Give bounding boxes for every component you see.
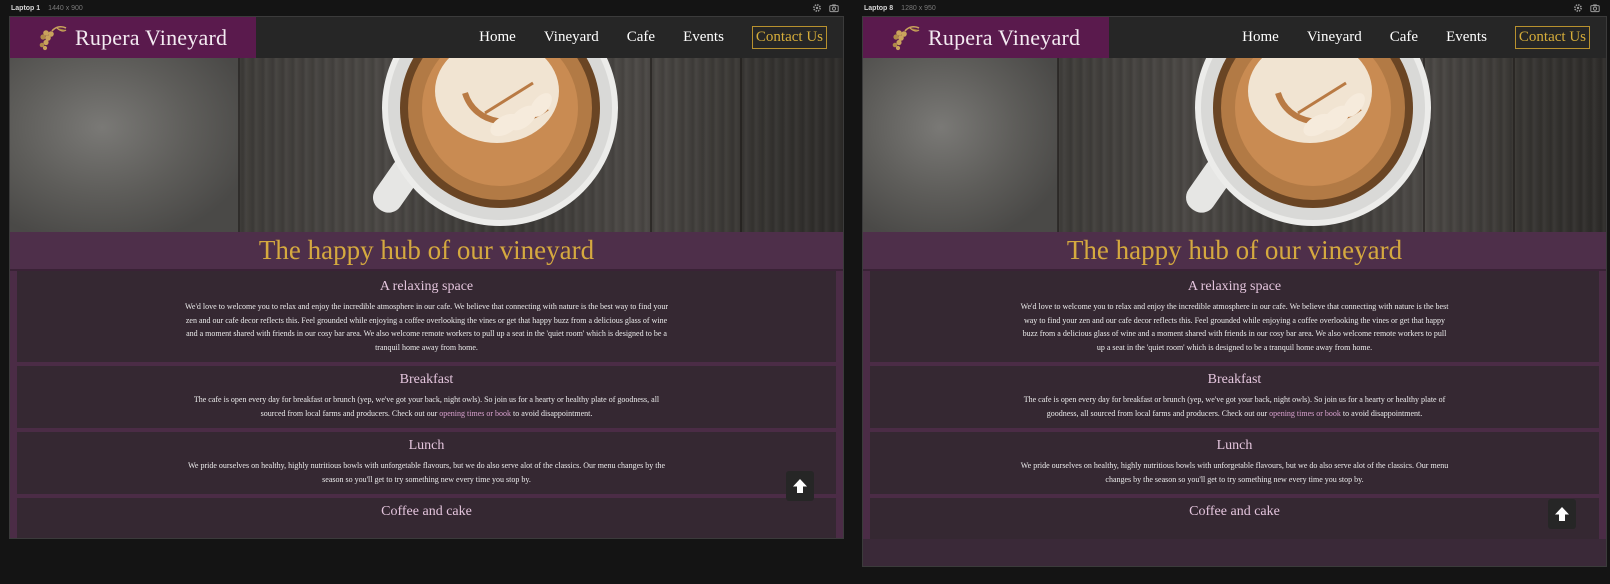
page-title-bar: The happy hub of our vineyard: [863, 232, 1606, 271]
device-name: Laptop 1: [11, 4, 41, 12]
section-heading: Coffee and cake: [381, 504, 472, 519]
nav-home[interactable]: Home: [1242, 29, 1279, 46]
nav-vineyard[interactable]: Vineyard: [544, 29, 599, 46]
hero-image: [863, 58, 1606, 232]
nav-vineyard[interactable]: Vineyard: [1307, 29, 1362, 46]
nav-cafe[interactable]: Cafe: [1390, 29, 1418, 46]
brand[interactable]: Rupera Vineyard: [10, 17, 256, 58]
section-heading: Breakfast: [399, 372, 454, 387]
device-tools-2: [1573, 2, 1600, 14]
contact-us-button[interactable]: Contact Us: [751, 26, 827, 49]
device-size: 1280 x 950: [901, 4, 936, 12]
device-frame-laptop-1: Rupera Vineyard Home Vineyard Cafe Event…: [9, 16, 844, 539]
gear-icon[interactable]: [1573, 3, 1583, 13]
breakfast-text-end: to avoid disappointment.: [511, 408, 593, 418]
section-text: We pride ourselves on healthy, highly nu…: [1020, 461, 1449, 484]
nav-events[interactable]: Events: [683, 29, 724, 46]
device-size: 1440 x 900: [48, 4, 83, 12]
content: A relaxing space We'd love to welcome yo…: [863, 271, 1606, 539]
camera-icon[interactable]: [1590, 3, 1600, 13]
section-coffee-and-cake: Coffee and cake: [867, 498, 1602, 539]
page-title: The happy hub of our vineyard: [1066, 235, 1403, 265]
site-header: Rupera Vineyard Home Vineyard Cafe Event…: [863, 17, 1606, 58]
section-breakfast: Breakfast The cafe is open every day for…: [14, 366, 839, 428]
hero-image: [10, 58, 843, 232]
grapes-icon: [891, 24, 921, 52]
coffee-cup-image: [1178, 58, 1448, 232]
brand[interactable]: Rupera Vineyard: [863, 17, 1109, 58]
section-heading: Coffee and cake: [1189, 504, 1280, 519]
section-heading: Breakfast: [1207, 372, 1262, 387]
section-lunch: Lunch We pride ourselves on healthy, hig…: [14, 432, 839, 494]
content: A relaxing space We'd love to welcome yo…: [10, 271, 843, 538]
brand-name: Rupera Vineyard: [928, 24, 1081, 50]
device-tools-1: [812, 2, 839, 14]
section-coffee-and-cake: Coffee and cake: [14, 498, 839, 538]
device-frame-laptop-8: Rupera Vineyard Home Vineyard Cafe Event…: [862, 16, 1607, 567]
opening-times-link[interactable]: opening times or book: [1269, 409, 1341, 418]
nav-home[interactable]: Home: [479, 29, 516, 46]
device-name: Laptop 8: [864, 4, 894, 12]
section-heading: A relaxing space: [1187, 279, 1282, 294]
main-nav: Home Vineyard Cafe Events Contact Us: [1242, 17, 1606, 58]
page-title-bar: The happy hub of our vineyard: [10, 232, 843, 271]
arrow-up-icon: [791, 477, 809, 495]
device-label-1: Laptop 1 1440 x 900: [11, 3, 83, 13]
section-lunch: Lunch We pride ourselves on healthy, hig…: [867, 432, 1602, 494]
section-heading: A relaxing space: [379, 279, 474, 294]
scroll-to-top-button[interactable]: [1548, 499, 1576, 529]
section-relaxing-space: A relaxing space We'd love to welcome yo…: [867, 271, 1602, 362]
device-label-2: Laptop 8 1280 x 950: [864, 3, 936, 13]
section-text: We pride ourselves on healthy, highly nu…: [187, 461, 666, 484]
main-nav: Home Vineyard Cafe Events Contact Us: [479, 17, 843, 58]
section-breakfast: Breakfast The cafe is open every day for…: [867, 366, 1602, 428]
contact-us-button[interactable]: Contact Us: [1514, 26, 1590, 49]
section-heading: Lunch: [1216, 438, 1253, 453]
coffee-cup-image: [365, 58, 635, 232]
nav-events[interactable]: Events: [1446, 29, 1487, 46]
brand-name: Rupera Vineyard: [75, 24, 228, 50]
camera-icon[interactable]: [829, 3, 839, 13]
section-heading: Lunch: [408, 438, 445, 453]
breakfast-text-end: to avoid disappointment.: [1340, 408, 1423, 418]
opening-times-link[interactable]: opening times or book: [439, 409, 511, 418]
arrow-up-icon: [1553, 505, 1571, 523]
section-text: We'd love to welcome you to relax and en…: [1020, 302, 1449, 352]
nav-cafe[interactable]: Cafe: [627, 29, 655, 46]
page-title: The happy hub of our vineyard: [258, 235, 595, 265]
gear-icon[interactable]: [812, 3, 822, 13]
section-text: The cafe is open every day for breakfast…: [192, 393, 662, 420]
scroll-to-top-button[interactable]: [786, 471, 814, 501]
grapes-icon: [38, 24, 68, 52]
section-relaxing-space: A relaxing space We'd love to welcome yo…: [14, 271, 839, 362]
site-header: Rupera Vineyard Home Vineyard Cafe Event…: [10, 17, 843, 58]
section-text: We'd love to welcome you to relax and en…: [185, 302, 668, 352]
section-text: The cafe is open every day for breakfast…: [1019, 393, 1451, 420]
